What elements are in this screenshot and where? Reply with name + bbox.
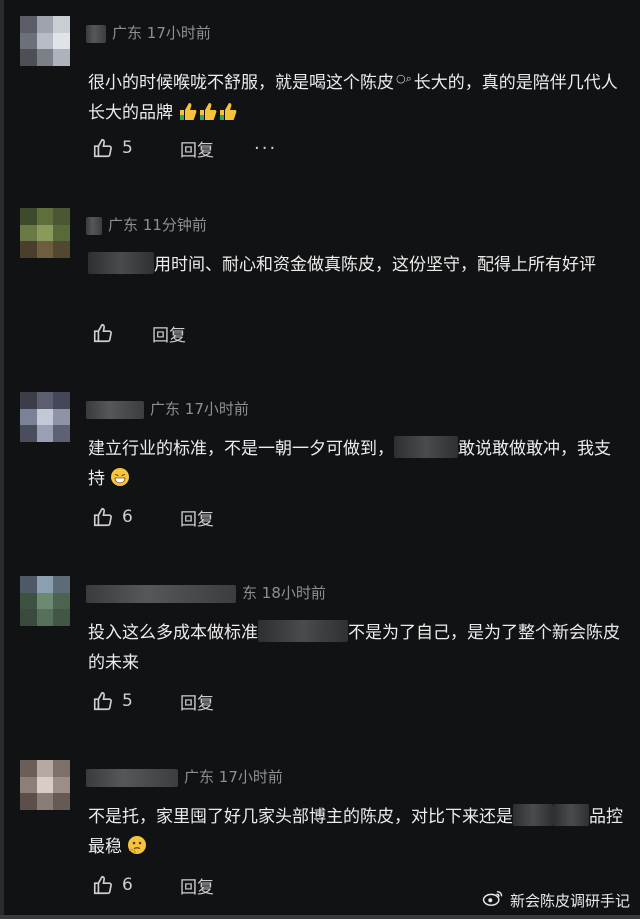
comment-text-part: 投入这么多成本做标准 (88, 623, 258, 643)
username-blurred (86, 24, 106, 43)
reply-button[interactable]: 回复 (152, 321, 186, 346)
comment-actions: 5 回复 (92, 688, 214, 714)
like-count: 5 (122, 691, 133, 711)
avatar[interactable] (20, 760, 70, 810)
comment-meta: 东 18小时前 (86, 582, 326, 603)
comment-time: 18小时前 (261, 584, 326, 602)
comment-text-part: 很小的时候喉咙不舒服，就是喝这个陈皮 (88, 73, 394, 93)
like-icon[interactable] (92, 690, 114, 712)
comment-location: 广东 (112, 24, 143, 42)
avatar[interactable] (20, 576, 70, 626)
search-icon[interactable]: ○⌕ (396, 72, 412, 85)
thinking-emoji (127, 835, 147, 865)
brand-mention-blurred (553, 804, 589, 826)
comment-meta: 广东 17小时前 (86, 22, 211, 43)
like-icon[interactable] (92, 322, 114, 344)
comment-meta: 广东 11分钟前 (86, 214, 207, 235)
window-bottom-edge (0, 915, 640, 919)
comment-time: 17小时前 (218, 768, 283, 786)
comment-text: 投入这么多成本做标准 不是为了自己，是为了整个新会陈皮的未来 (88, 618, 623, 678)
comment-text: 不是托，家里囤了好几家头部博主的陈皮，对比下来还是 品控最稳 (88, 802, 623, 865)
grin-emoji (110, 467, 130, 497)
username-mention-blurred (88, 252, 154, 274)
reply-button[interactable]: 回复 (180, 136, 214, 161)
thumbs-up-emoji (178, 101, 238, 131)
more-options-button[interactable]: ··· (254, 138, 277, 159)
username-blurred (86, 584, 236, 603)
username-blurred (86, 768, 178, 787)
brand-mention-blurred (513, 804, 553, 826)
avatar[interactable] (20, 392, 70, 442)
like-count: 6 (122, 507, 133, 527)
comment-actions: 6 回复 (92, 504, 214, 530)
brand-mention-blurred (258, 620, 348, 642)
like-icon[interactable] (92, 137, 114, 159)
comment-location: 广东 (108, 216, 139, 234)
like-count: 6 (122, 875, 133, 895)
comment-text-part: 不是托，家里囤了好几家头部博主的陈皮，对比下来还是 (88, 807, 513, 827)
avatar[interactable] (20, 208, 70, 258)
comment-actions: 5 回复 ··· (92, 135, 277, 161)
like-icon[interactable] (92, 874, 114, 896)
reply-button[interactable]: 回复 (180, 873, 214, 898)
comment-location: 广东 (150, 400, 181, 418)
comment-text: 用时间、耐心和资金做真陈皮，这份坚守，配得上所有好评 (88, 250, 623, 280)
brand-mention-blurred (394, 436, 458, 458)
comment-actions: 回复 (92, 320, 186, 346)
comment-text-part: 用时间、耐心和资金做真陈皮，这份坚守，配得上所有好评 (154, 255, 596, 275)
comment-text: 很小的时候喉咙不舒服，就是喝这个陈皮 ○⌕ 长大的，真的是陪伴几代人长大的品牌 (88, 64, 623, 131)
like-icon[interactable] (92, 506, 114, 528)
comment-time: 11分钟前 (142, 216, 207, 234)
comment-location: 东 (242, 584, 258, 602)
window-left-edge (0, 0, 4, 919)
comment-meta: 广东 17小时前 (86, 766, 283, 787)
avatar[interactable] (20, 16, 70, 66)
username-blurred (86, 400, 144, 419)
comment-meta: 广东 17小时前 (86, 398, 249, 419)
comment-actions: 6 回复 (92, 872, 214, 898)
comment-time: 17小时前 (146, 24, 211, 42)
watermark-text: 新会陈皮调研手记 (509, 891, 630, 910)
comment-time: 17小时前 (184, 400, 249, 418)
watermark: 新会陈皮调研手记 (482, 889, 630, 911)
comment-text: 建立行业的标准，不是一朝一夕可做到， 敢说敢做敢冲，我支持 (88, 434, 623, 497)
comment-text-part: 建立行业的标准，不是一朝一夕可做到， (88, 439, 394, 459)
reply-button[interactable]: 回复 (180, 505, 214, 530)
reply-button[interactable]: 回复 (180, 689, 214, 714)
like-count: 5 (122, 138, 133, 158)
weibo-logo-icon (482, 889, 504, 911)
username-blurred (86, 216, 102, 235)
comment-location: 广东 (184, 768, 215, 786)
